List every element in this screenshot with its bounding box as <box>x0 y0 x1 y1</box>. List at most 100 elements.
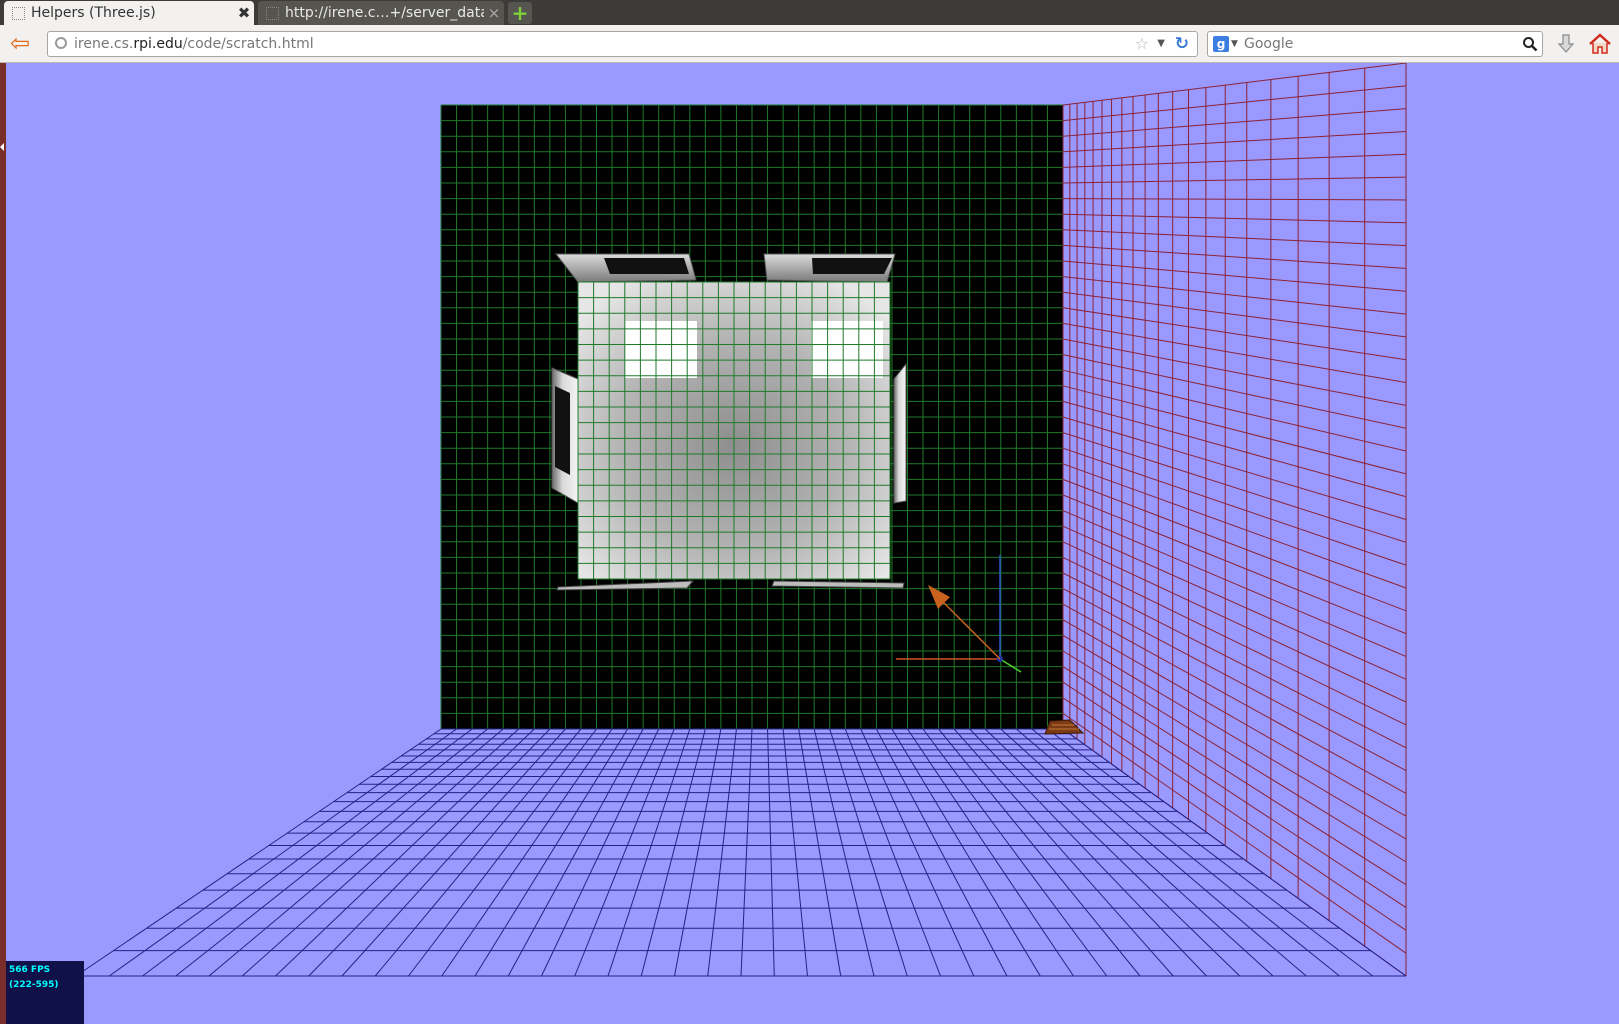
grid-line <box>1062 447 1407 566</box>
grid-line <box>1062 650 1407 863</box>
grid-line <box>1062 244 1407 269</box>
grid-line <box>1047 728 1374 977</box>
grid-line <box>341 728 566 977</box>
grid-line <box>1062 176 1407 184</box>
grid-line <box>1062 307 1407 361</box>
grid-line <box>813 728 875 977</box>
tab-bar: Helpers (Three.js) ✖ http://irene.c…+/se… <box>0 0 1619 25</box>
room-model <box>551 253 907 591</box>
url-text: irene.cs.rpi.edu/code/scratch.html <box>74 36 314 52</box>
tab-title: Helpers (Three.js) <box>31 5 156 21</box>
grid-line <box>142 728 473 977</box>
reload-icon[interactable]: ↻ <box>1175 32 1189 56</box>
grid-line <box>1031 728 1340 977</box>
top-right-opening <box>812 258 892 274</box>
navigation-bar: ⇦ irene.cs.rpi.edu/code/scratch.html ☆ ▼… <box>0 25 1619 63</box>
grid-line <box>1062 478 1407 612</box>
grid-line <box>1062 108 1407 137</box>
url-bar[interactable]: irene.cs.rpi.edu/code/scratch.html ☆ ▼ ↻ <box>47 31 1198 57</box>
grid-line <box>1062 619 1407 817</box>
search-icon[interactable] <box>1522 36 1538 52</box>
grid-line <box>408 728 597 977</box>
grid-line <box>507 728 644 977</box>
grid-line <box>767 728 775 977</box>
room-floor-grid <box>577 281 891 580</box>
back-arrow-icon[interactable]: ⇦ <box>10 31 36 55</box>
grid-line <box>1062 385 1407 475</box>
grid-line <box>441 728 613 977</box>
tab-helpers[interactable]: Helpers (Three.js) ✖ <box>4 1 254 25</box>
grid-line <box>984 728 1241 977</box>
top-left-opening <box>604 258 689 274</box>
search-box[interactable]: g ▼ Google <box>1207 31 1543 57</box>
search-engine-dropdown-icon[interactable]: ▼ <box>1231 32 1238 56</box>
grid-line <box>891 728 1041 977</box>
grid-line <box>1062 130 1407 153</box>
grid-line <box>607 728 691 977</box>
grid-line <box>1062 494 1407 635</box>
favicon-icon <box>12 6 25 20</box>
grid-line <box>1062 697 1407 931</box>
bookmark-star-icon[interactable]: ☆ <box>1135 32 1149 56</box>
new-tab-button[interactable]: + <box>508 2 532 24</box>
home-icon[interactable] <box>1588 33 1612 55</box>
grid-line <box>782 728 808 977</box>
grid-line <box>1062 85 1407 122</box>
grid-line <box>969 728 1207 977</box>
grid-line <box>1062 63 1407 106</box>
grid-line <box>1062 198 1407 201</box>
globe-icon <box>55 37 67 49</box>
grid-line <box>1062 229 1407 247</box>
grid-line <box>374 728 582 977</box>
download-icon[interactable] <box>1555 33 1577 55</box>
google-icon[interactable]: g <box>1213 36 1229 52</box>
grid-line <box>1062 588 1407 772</box>
grid-line <box>474 728 629 977</box>
floor-grid <box>75 728 1407 977</box>
side-wall-grid <box>1062 63 1407 977</box>
grid-line <box>907 728 1074 977</box>
grid-line <box>1062 525 1407 680</box>
grid-line <box>707 728 737 977</box>
grid-line <box>1062 291 1407 338</box>
favicon-icon <box>266 6 279 20</box>
fps-range: (222-595) <box>9 980 59 990</box>
grid-line <box>1062 510 1407 657</box>
url-dropdown-icon[interactable]: ▼ <box>1157 32 1165 56</box>
grid-line <box>175 728 488 977</box>
collapse-arrow-icon[interactable] <box>0 143 4 151</box>
left-opening <box>555 386 570 475</box>
grid-line <box>1062 369 1407 452</box>
stats-panel: 566 FPS (222-595) <box>6 961 84 1024</box>
grid-line <box>1062 541 1407 703</box>
fps-readout: 566 FPS <box>9 965 51 975</box>
grid-line <box>1062 572 1407 749</box>
grid-line <box>922 728 1108 977</box>
grid-line <box>740 728 753 977</box>
tab-title: http://irene.c…+/server_data <box>285 5 484 21</box>
grid-line <box>541 728 660 977</box>
grid-line <box>1000 728 1274 977</box>
scene-render <box>6 63 1619 1024</box>
window-right <box>811 321 883 378</box>
grid-line <box>574 728 675 977</box>
grid-line <box>674 728 722 977</box>
grid-line <box>308 728 551 977</box>
grid-line <box>75 728 442 977</box>
grid-line <box>1062 634 1407 840</box>
grid-line <box>208 728 504 977</box>
grid-line <box>844 728 941 977</box>
close-tab-icon[interactable]: × <box>484 4 504 22</box>
close-tab-icon[interactable]: ✖ <box>234 4 254 22</box>
right-panel <box>893 362 907 504</box>
window-left <box>625 321 697 378</box>
grid-line <box>798 728 842 977</box>
webgl-canvas[interactable]: 566 FPS (222-595) <box>6 63 1619 1024</box>
grid-line <box>1062 354 1407 429</box>
grid-line <box>1062 322 1407 384</box>
grid-line <box>860 728 975 977</box>
grid-line <box>1062 213 1407 224</box>
grid-line <box>1062 416 1407 520</box>
grid-line <box>640 728 706 977</box>
tab-server-data[interactable]: http://irene.c…+/server_data × <box>258 1 504 25</box>
